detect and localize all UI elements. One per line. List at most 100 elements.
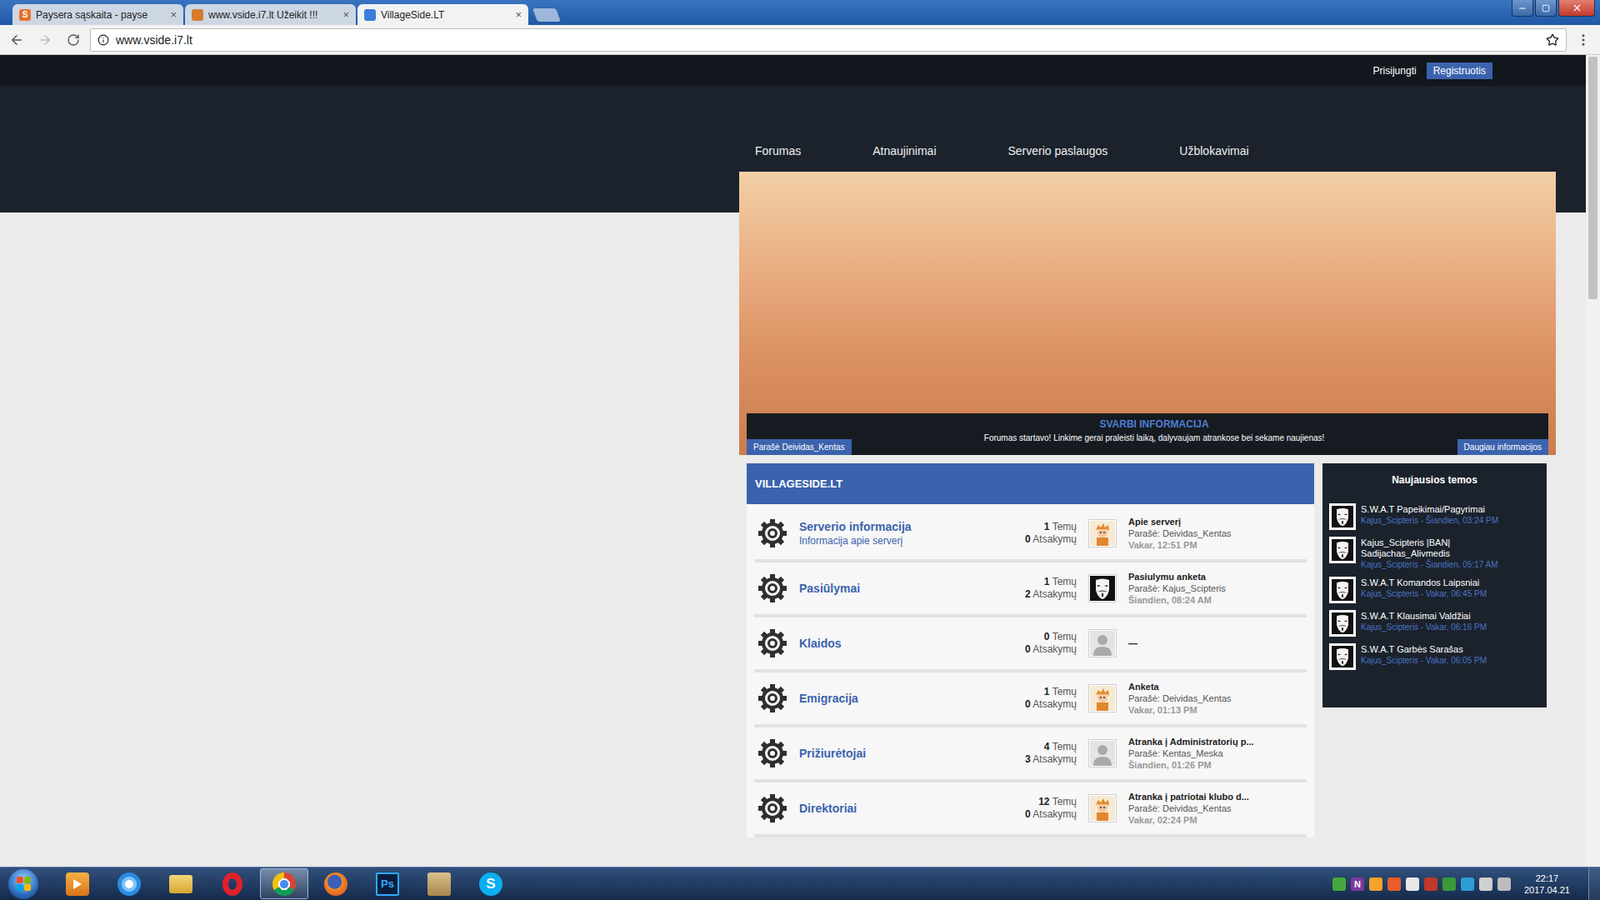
last-post-author: Parašė: Deividas_Kentas: [1128, 692, 1304, 705]
last-post: Atranka į Administratorių p...Parašė: Ke…: [1128, 735, 1304, 771]
taskbar-app[interactable]: [105, 868, 154, 900]
latest-topic[interactable]: S.W.A.T Papeikimai/PagyrimaiKajus_Scipte…: [1329, 503, 1540, 530]
tray-icon[interactable]: [1332, 877, 1346, 891]
last-post-title[interactable]: Pasiulymu anketa: [1128, 570, 1304, 583]
tab-close-button[interactable]: ×: [342, 8, 350, 21]
forum-row[interactable]: Emigracija1 Temų0 AtsakymųAnketaParašė: …: [754, 672, 1307, 728]
taskbar-app[interactable]: [311, 868, 360, 900]
taskbar-app[interactable]: Ps: [363, 868, 412, 900]
forum-title[interactable]: Emigracija: [799, 691, 990, 705]
announcement-tag[interactable]: Daugiau informacijos: [1457, 439, 1549, 455]
forum-title[interactable]: Serverio informacija: [799, 520, 990, 534]
tray-icon[interactable]: [1424, 877, 1438, 891]
latest-topic[interactable]: Kajus_Scipteris |BAN| Sadijachas_Alivmed…: [1329, 536, 1540, 570]
app-icon: [222, 872, 243, 896]
toolbar-button[interactable]: [61, 28, 85, 52]
last-post-title[interactable]: Apie serverį: [1128, 515, 1304, 528]
forum-counts: 12 Temų0 Atsakymų: [1001, 795, 1077, 821]
latest-topic[interactable]: S.W.A.T Komandos LaipsniaiKajus_Scipteri…: [1329, 576, 1540, 604]
last-post-author: Parašė: Kajus_Scipteris: [1128, 582, 1304, 595]
taskbar-app[interactable]: [260, 868, 309, 900]
browser-tab[interactable]: SPaysera sąskaita - payse×: [12, 4, 184, 25]
window-button[interactable]: [1511, 0, 1534, 17]
avatar: [1088, 629, 1117, 658]
tray-icon[interactable]: [1369, 877, 1383, 891]
taskbar-app[interactable]: [415, 868, 464, 900]
anonymous-mask-icon: [1331, 579, 1354, 601]
last-post-title[interactable]: Anketa: [1128, 680, 1304, 693]
forum-list: Serverio informacijaInformacija apie ser…: [746, 504, 1315, 838]
tray-icon[interactable]: [1479, 877, 1493, 891]
tray-icon[interactable]: N: [1350, 877, 1365, 891]
forum-row[interactable]: Prižiurėtojai 4 Temų3 Atsakymų Atranka į A…: [754, 727, 1307, 783]
start-button[interactable]: [8, 869, 39, 900]
nav-item[interactable]: Atnaujinimai: [872, 143, 936, 159]
toolbar-button[interactable]: [5, 28, 29, 52]
announcement-text: Forumas startavo! Linkime gerai praleist…: [984, 433, 1325, 443]
forum-row[interactable]: Direktoriai 12 Temų0 Atsakymų Atranka į pa…: [754, 782, 1307, 838]
address-bar[interactable]: www.vside.i7.lt: [90, 28, 1567, 52]
browser-toolbar: www.vside.i7.lt: [0, 25, 1600, 55]
announcement-tag[interactable]: Parašė Deividas_Kentas: [746, 439, 852, 455]
browser-tab[interactable]: www.vside.i7.lt Užeikit !!!×: [185, 4, 356, 25]
favicon-icon: [191, 9, 204, 21]
latest-topic[interactable]: S.W.A.T Garbės SarašasKajus_Scipteris - …: [1329, 643, 1540, 670]
last-post-title[interactable]: Atranka į Administratorių p...: [1128, 735, 1304, 748]
nav-item[interactable]: Užblokavimai: [1179, 143, 1249, 159]
tab-close-button[interactable]: ×: [170, 8, 177, 21]
forum-title[interactable]: Direktoriai: [799, 801, 990, 815]
scrollbar-thumb[interactable]: [1588, 56, 1598, 300]
login-link[interactable]: Prisijungti: [1373, 65, 1417, 77]
window-button[interactable]: [1558, 0, 1595, 17]
forum-row[interactable]: Pasiūlymai1 Temų2 AtsakymųPasiulymu anke…: [754, 562, 1307, 618]
taskbar-app[interactable]: [53, 868, 102, 900]
character-avatar-icon: [1090, 520, 1115, 546]
latest-topic-meta: Kajus_Scipteris - Vakar, 06:05 PM: [1360, 655, 1487, 666]
tab-close-button[interactable]: ×: [515, 8, 522, 21]
taskbar-app[interactable]: S: [466, 868, 515, 900]
latest-topic-title: S.W.A.T Garbės Sarašas: [1360, 644, 1487, 655]
tab-strip: SPaysera sąskaita - payse×www.vside.i7.l…: [0, 0, 1600, 25]
avatar: [1088, 574, 1117, 603]
toolbar-button[interactable]: [33, 28, 57, 52]
taskbar-app[interactable]: [156, 868, 205, 900]
forward-icon: [37, 32, 53, 48]
tray-icon[interactable]: [1387, 877, 1401, 891]
nav-item[interactable]: Forumas: [755, 143, 801, 159]
last-post: Atranka į patriotai klubo d...Parašė: De…: [1128, 790, 1304, 826]
forum-row[interactable]: Serverio informacijaInformacija apie ser…: [754, 507, 1307, 563]
new-tab-button[interactable]: [532, 8, 561, 22]
tray-icon[interactable]: [1460, 877, 1475, 891]
forum-title[interactable]: Prižiurėtojai: [799, 746, 990, 760]
browser-tab[interactable]: VillageSide.LT ×: [357, 4, 529, 25]
last-post-title[interactable]: —: [1128, 637, 1304, 650]
latest-topic[interactable]: S.W.A.T Klausimai ValdžiaiKajus_Scipteri…: [1329, 610, 1540, 637]
register-button[interactable]: Registruotis: [1426, 62, 1493, 80]
latest-topic-meta: Kajus_Scipteris - Šiandien, 05:17 AM: [1360, 559, 1540, 570]
tray-icon[interactable]: [1442, 877, 1456, 891]
taskbar-app[interactable]: [208, 868, 257, 900]
url-text: www.vside.i7.lt: [115, 33, 1540, 47]
tray-icon[interactable]: [1405, 877, 1420, 891]
forum-counts: 4 Temų3 Atsakymų: [1001, 740, 1077, 766]
last-post: AnketaParašė: Deividas_KentasVakar, 01:1…: [1128, 680, 1304, 716]
forum-row[interactable]: Klaidos0 Temų0 Atsakymų—: [754, 617, 1307, 673]
forum-title[interactable]: Klaidos: [799, 636, 990, 650]
tray-icon[interactable]: [1497, 877, 1511, 891]
forum-gear-icon: [757, 738, 788, 769]
character-avatar-icon: [1090, 685, 1115, 711]
anonymous-mask-icon: [1331, 612, 1354, 635]
last-post-author: Parašė: Deividas_Kentas: [1128, 802, 1304, 815]
forum-title[interactable]: Pasiūlymai: [799, 581, 990, 595]
show-desktop-button[interactable]: [1588, 867, 1600, 900]
page-scrollbar[interactable]: [1585, 55, 1600, 867]
latest-topic-text: S.W.A.T Garbės SarašasKajus_Scipteris - …: [1360, 643, 1487, 666]
window-button[interactable]: [1535, 0, 1557, 17]
app-icon: [272, 872, 296, 896]
toolbar-button[interactable]: [1571, 28, 1595, 52]
tab-title: VillageSide.LT: [380, 9, 510, 21]
bookmark-star-icon: [1545, 33, 1560, 47]
clock[interactable]: 22:172017.04.21: [1515, 872, 1577, 896]
nav-item[interactable]: Serverio paslaugos: [1008, 143, 1109, 159]
last-post-title[interactable]: Atranka į patriotai klubo d...: [1128, 790, 1304, 803]
